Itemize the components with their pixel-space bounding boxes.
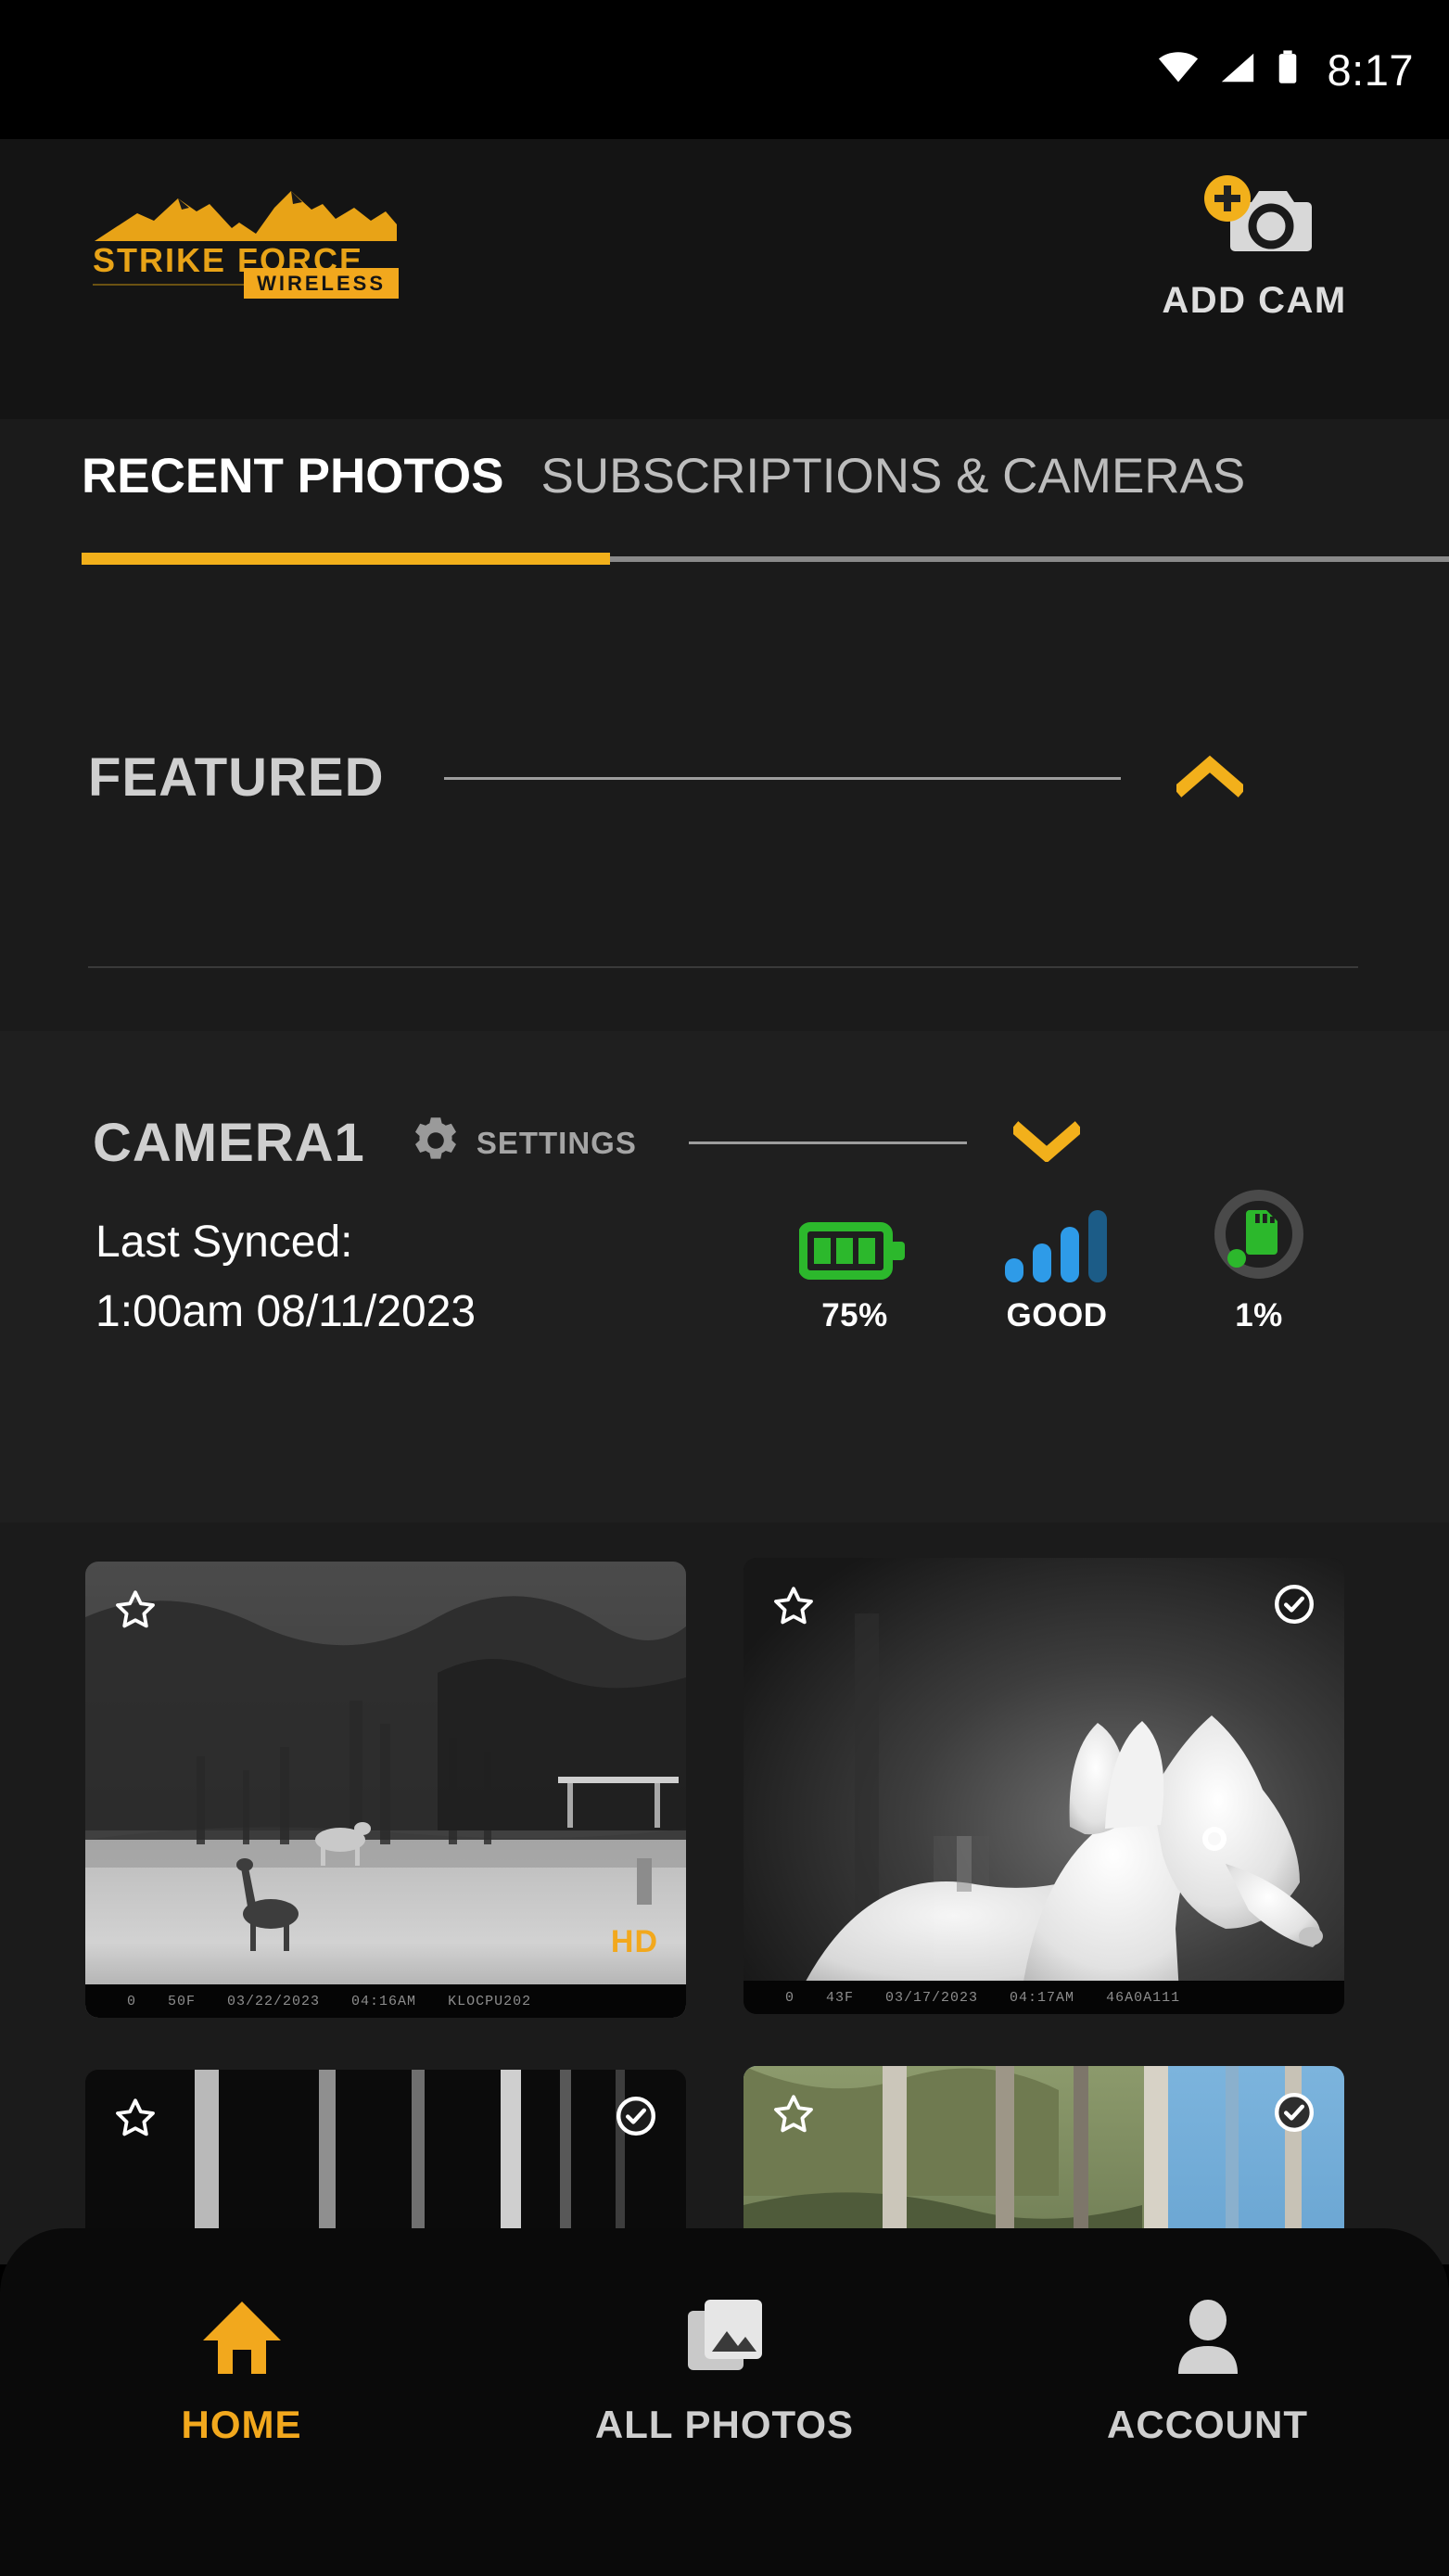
- photo-info-date: 03/22/2023: [227, 1993, 321, 2009]
- tab-bar: RECENT PHOTOS SUBSCRIPTIONS & CAMERAS: [0, 419, 1449, 605]
- tab-recent-photos[interactable]: RECENT PHOTOS: [82, 452, 503, 508]
- last-synced-block: Last Synced: 1:00am 08/11/2023: [95, 1217, 476, 1355]
- photo-info-camera-id: 46A0A111: [1106, 1989, 1181, 2006]
- selected-check-icon[interactable]: [614, 2094, 658, 2143]
- featured-divider-line: [444, 776, 1122, 780]
- gear-icon: [410, 1115, 462, 1171]
- battery-stat: 75%: [785, 1194, 924, 1334]
- add-cam-button[interactable]: ADD CAM: [1134, 174, 1375, 322]
- photo-info-temperature: 43F: [826, 1989, 855, 2006]
- favorite-star-icon[interactable]: [113, 2096, 158, 2145]
- camera-settings-button[interactable]: SETTINGS: [410, 1115, 637, 1171]
- sd-card-stat: 1%: [1189, 1190, 1328, 1334]
- signal-stat: GOOD: [987, 1194, 1126, 1334]
- brand-logo: STRIKE FORCE WIRELESS: [93, 187, 399, 299]
- mountains-icon: [93, 187, 399, 249]
- last-synced-value: 1:00am 08/11/2023: [95, 1286, 477, 1336]
- photo-image: [85, 1562, 686, 2018]
- selected-check-icon[interactable]: [1272, 1582, 1316, 1631]
- featured-title: FEATURED: [88, 747, 385, 808]
- nav-label-home: HOME: [181, 2403, 302, 2446]
- camera-name: CAMERA1: [93, 1112, 365, 1173]
- signal-bars-icon: [987, 1194, 1126, 1282]
- photo-grid: HD 0 50F 03/22/2023 04:16AM KLOCPU202 0 …: [0, 1523, 1449, 2264]
- person-icon: [1041, 2286, 1375, 2388]
- nav-label-account: ACCOUNT: [1107, 2403, 1308, 2446]
- nav-label-all-photos: ALL PHOTOS: [594, 2403, 855, 2446]
- photo-thumbnail[interactable]: 0 43F 03/17/2023 04:17AM 46A0A111: [744, 1558, 1344, 2014]
- tab-list: RECENT PHOTOS SUBSCRIPTIONS & CAMERAS: [82, 452, 1245, 508]
- photo-info-index: 0: [127, 1993, 137, 2009]
- last-synced-label: Last Synced:: [95, 1218, 353, 1267]
- photo-info-bar: 0 50F 03/22/2023 04:16AM KLOCPU202: [85, 1984, 686, 2018]
- wifi-icon: [1157, 51, 1200, 89]
- brand-subtitle: WIRELESS: [244, 268, 399, 299]
- photo-stack-icon: [558, 2286, 892, 2388]
- status-bar-clock: 8:17: [1327, 45, 1414, 95]
- featured-header[interactable]: FEATURED: [88, 751, 1367, 805]
- favorite-star-icon[interactable]: [113, 1588, 158, 1637]
- featured-bottom-divider: [88, 966, 1358, 968]
- nav-item-all-photos[interactable]: ALL PHOTOS: [558, 2286, 892, 2447]
- status-bar: 8:17: [0, 0, 1449, 139]
- photo-info-time: 04:17AM: [1010, 1989, 1075, 2006]
- hd-badge: HD: [610, 1924, 658, 1959]
- app-header: STRIKE FORCE WIRELESS ADD CAM: [0, 139, 1449, 419]
- favorite-star-icon[interactable]: [771, 1584, 816, 1633]
- photo-info-time: 04:16AM: [351, 1993, 417, 2009]
- battery-value: 75%: [821, 1297, 888, 1333]
- photo-thumbnail[interactable]: HD 0 50F 03/22/2023 04:16AM KLOCPU202: [85, 1562, 686, 2018]
- add-camera-icon: [1134, 174, 1375, 267]
- cellular-signal-icon: [1218, 51, 1257, 89]
- selected-check-icon[interactable]: [1272, 2090, 1316, 2139]
- bottom-navigation: HOME ALL PHOTOS ACCOUNT: [0, 2228, 1449, 2576]
- add-cam-label: ADD CAM: [1162, 280, 1347, 321]
- battery-level-icon: [785, 1194, 924, 1282]
- chevron-down-icon[interactable]: [1009, 1119, 1084, 1167]
- chevron-up-icon[interactable]: [1173, 755, 1248, 802]
- camera-divider-line: [688, 1141, 967, 1144]
- sd-card-value: 1%: [1235, 1297, 1283, 1333]
- tab-subscriptions-cameras[interactable]: SUBSCRIPTIONS & CAMERAS: [540, 452, 1245, 508]
- photo-info-date: 03/17/2023: [885, 1989, 979, 2006]
- brand-wordmark: STRIKE FORCE WIRELESS: [93, 244, 399, 299]
- photo-info-bar: 0 43F 03/17/2023 04:17AM 46A0A111: [744, 1981, 1344, 2014]
- app-screen: 8:17 STRIKE FORCE WIRELESS ADD CAM RECEN…: [0, 0, 1449, 2576]
- favorite-star-icon[interactable]: [771, 2092, 816, 2141]
- status-bar-icons: [1157, 49, 1300, 91]
- photo-image: [744, 1558, 1344, 2014]
- camera-stats: 75% GOOD 1%: [785, 1190, 1328, 1334]
- tab-active-indicator: [82, 553, 610, 565]
- nav-item-home[interactable]: HOME: [75, 2286, 409, 2447]
- photo-info-index: 0: [785, 1989, 795, 2006]
- signal-value: GOOD: [1006, 1297, 1108, 1333]
- battery-icon: [1276, 49, 1300, 91]
- camera-card: CAMERA1 SETTINGS Last Synced: 1:00am 08/…: [0, 1031, 1449, 1523]
- nav-item-account[interactable]: ACCOUNT: [1041, 2286, 1375, 2447]
- camera-settings-label: SETTINGS: [476, 1125, 637, 1160]
- sd-card-icon: [1189, 1190, 1328, 1282]
- camera-header: CAMERA1 SETTINGS: [93, 1115, 1316, 1171]
- home-icon: [75, 2286, 409, 2388]
- photo-info-temperature: 50F: [168, 1993, 197, 2009]
- photo-info-camera-id: KLOCPU202: [448, 1993, 532, 2009]
- featured-section: FEATURED: [0, 605, 1449, 1031]
